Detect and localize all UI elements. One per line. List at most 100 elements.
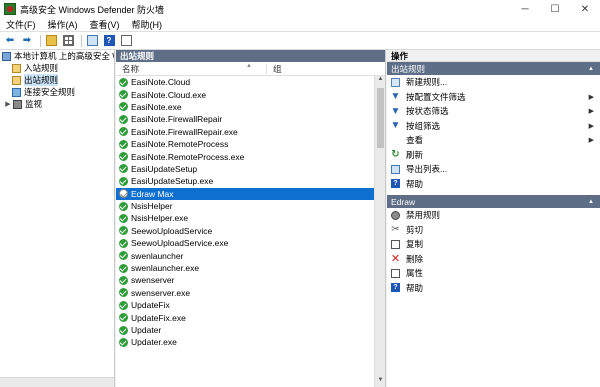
table-row[interactable]: UpdateFix.exe	[116, 311, 374, 323]
maximize-button[interactable]: ☐	[540, 0, 570, 18]
table-row[interactable]: NsisHelper.exe	[116, 212, 374, 224]
action-properties[interactable]: 属性	[387, 266, 600, 281]
table-row[interactable]: Updater	[116, 324, 374, 336]
export-icon[interactable]	[85, 34, 99, 48]
enabled-check-icon	[119, 213, 128, 223]
close-button[interactable]: ✕	[570, 0, 600, 18]
enabled-check-icon	[119, 238, 128, 248]
pane-title: 出站规则	[116, 50, 385, 62]
filter-icon: ▼	[390, 120, 401, 132]
help-icon: ?	[391, 179, 400, 189]
action-delete[interactable]: ✕ 删除	[387, 252, 600, 267]
help-icon[interactable]: ?	[102, 34, 116, 48]
tree-item-inbound[interactable]: 入站规则	[0, 62, 114, 74]
menu-bar: 文件(F) 操作(A) 查看(V) 帮助(H)	[0, 18, 600, 32]
enabled-check-icon	[119, 300, 128, 310]
action-help-rule[interactable]: ? 帮助	[387, 281, 600, 296]
scroll-down-icon[interactable]: ▼	[375, 377, 385, 387]
table-row[interactable]: SeewoUploadService	[116, 225, 374, 237]
action-filter-profile[interactable]: ▼ 按配置文件筛选 ▶	[387, 90, 600, 105]
menu-action[interactable]: 操作(A)	[42, 18, 84, 31]
table-row[interactable]: EasiNote.RemoteProcess	[116, 138, 374, 150]
table-row[interactable]: NsisHelper	[116, 200, 374, 212]
cut-icon: ✂	[391, 224, 400, 236]
table-row[interactable]: EasiNote.Cloud.exe	[116, 88, 374, 100]
folder-icon[interactable]	[44, 34, 58, 48]
action-view[interactable]: 查看 ▶	[387, 133, 600, 148]
forward-arrow-icon[interactable]: ➡	[20, 34, 34, 48]
filter-icon: ▼	[390, 91, 401, 103]
enabled-check-icon	[119, 164, 128, 174]
enabled-check-icon	[119, 337, 128, 347]
table-row[interactable]: EasiNote.FirewallRepair.exe	[116, 126, 374, 138]
table-row-selected[interactable]: Edraw Max	[116, 187, 374, 200]
table-row[interactable]: EasiNote.FirewallRepair	[116, 113, 374, 125]
rules-vertical-scrollbar[interactable]: ▲ ▼	[374, 76, 385, 387]
table-row[interactable]: swenlauncher.exe	[116, 262, 374, 274]
table-row[interactable]: swenserver.exe	[116, 287, 374, 299]
help-icon: ?	[391, 283, 400, 293]
scroll-thumb[interactable]	[377, 88, 384, 148]
table-row[interactable]: SeewoUploadService.exe	[116, 237, 374, 249]
table-row[interactable]: EasiNote.Cloud	[116, 76, 374, 88]
rules-pane: 出站规则 名称 组 ▲ EasiNote.Cloud EasiNote.Clou…	[116, 50, 386, 387]
outbound-rules-icon	[12, 75, 21, 85]
table-row[interactable]: UpdateFix	[116, 299, 374, 311]
submenu-arrow-icon: ▶	[588, 93, 594, 101]
action-new-rule[interactable]: 新建规则...	[387, 75, 600, 90]
properties-icon[interactable]	[119, 34, 133, 48]
action-cut[interactable]: ✂ 剪切	[387, 223, 600, 238]
enabled-check-icon	[119, 176, 128, 186]
table-row[interactable]: Updater.exe	[116, 336, 374, 348]
table-row[interactable]: EasiNote.exe	[116, 101, 374, 113]
action-export-list[interactable]: 导出列表...	[387, 162, 600, 177]
scroll-up-icon[interactable]: ▲	[375, 76, 385, 86]
grid-icon[interactable]	[61, 34, 75, 48]
new-rule-icon	[391, 77, 400, 87]
enabled-check-icon	[119, 102, 128, 112]
expand-chevron-icon[interactable]: ▶	[4, 100, 12, 108]
menu-file[interactable]: 文件(F)	[0, 18, 42, 31]
delete-icon: ✕	[390, 253, 401, 266]
toolbar-separator	[40, 34, 41, 47]
action-help[interactable]: ? 帮助	[387, 177, 600, 192]
action-refresh[interactable]: ↻ 刷新	[387, 148, 600, 163]
enabled-check-icon	[119, 251, 128, 261]
table-row[interactable]: EasiUpdateSetup.exe	[116, 175, 374, 187]
toolbar: ⬅ ➡ ?	[0, 32, 600, 50]
connection-security-icon	[12, 87, 21, 97]
toolbar-separator	[81, 34, 82, 47]
window-title: 高级安全 Windows Defender 防火墙	[20, 4, 165, 15]
tree-root-label: 本地计算机 上的高级安全 Windows	[14, 51, 114, 61]
minimize-button[interactable]: ─	[510, 0, 540, 18]
table-row[interactable]: swenlauncher	[116, 249, 374, 261]
tree-item-connection-security[interactable]: 连接安全规则	[0, 86, 114, 98]
action-filter-group[interactable]: ▼ 按组筛选 ▶	[387, 119, 600, 134]
enabled-check-icon	[119, 90, 128, 100]
back-arrow-icon[interactable]: ⬅	[3, 34, 17, 48]
table-row[interactable]: EasiUpdateSetup	[116, 163, 374, 175]
action-copy[interactable]: 复制	[387, 237, 600, 252]
column-name[interactable]: 名称	[116, 63, 266, 75]
firewall-app-icon	[4, 3, 16, 15]
tree-item-outbound[interactable]: 出站规则	[0, 74, 114, 86]
action-disable-rule[interactable]: 禁用规则	[387, 208, 600, 223]
tree-root[interactable]: 本地计算机 上的高级安全 Windows	[0, 50, 114, 62]
table-row[interactable]: swenserver	[116, 274, 374, 286]
column-group[interactable]: 组	[267, 63, 385, 75]
properties-icon	[391, 268, 400, 278]
actions-section-outbound[interactable]: 出站规则	[387, 62, 600, 75]
navigation-tree: 本地计算机 上的高级安全 Windows 入站规则 出站规则 连接安全规则 ▶ …	[0, 50, 115, 387]
tree-horizontal-scrollbar[interactable]	[0, 377, 114, 387]
tree-item-monitor[interactable]: ▶ 监视	[0, 98, 114, 110]
actions-section-selected-rule[interactable]: Edraw	[387, 195, 600, 208]
action-filter-state[interactable]: ▼ 按状态筛选 ▶	[387, 104, 600, 119]
enabled-check-icon	[119, 77, 128, 87]
submenu-arrow-icon: ▶	[588, 108, 594, 116]
table-row[interactable]: EasiNote.RemoteProcess.exe	[116, 150, 374, 162]
enabled-check-icon	[119, 226, 128, 236]
menu-view[interactable]: 查看(V)	[84, 18, 126, 31]
monitor-icon	[13, 99, 22, 109]
menu-help[interactable]: 帮助(H)	[126, 18, 169, 31]
filter-icon: ▼	[390, 105, 401, 117]
